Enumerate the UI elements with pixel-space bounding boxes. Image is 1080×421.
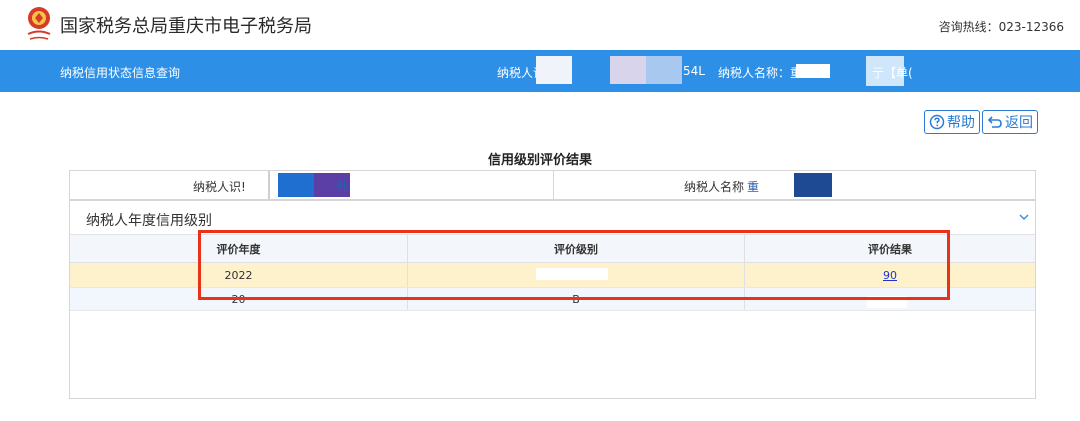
back-button[interactable]: 返回 bbox=[982, 110, 1038, 134]
redaction-mask bbox=[646, 56, 682, 84]
result-cell bbox=[745, 288, 1035, 310]
tax-emblem-logo bbox=[27, 7, 51, 40]
help-label: 帮助 bbox=[947, 115, 975, 131]
back-label: 返回 bbox=[1005, 115, 1033, 131]
taxpayer-name-label: 纳税人名称 bbox=[684, 180, 745, 194]
credit-level-panel: 纳税人年度信用级别 评价年度 评价级别 评价结果 2022 90 20 B bbox=[69, 200, 1036, 399]
year-cell: 2022 bbox=[70, 263, 408, 287]
table-row[interactable]: 20 B bbox=[70, 288, 1035, 311]
hotline-text: 咨询热线：023-12366 bbox=[938, 20, 1064, 34]
redaction-mask bbox=[610, 56, 646, 84]
chevron-down-icon[interactable] bbox=[1017, 210, 1031, 224]
question-circle-icon bbox=[929, 114, 945, 130]
section-title: 信用级别评价结果 bbox=[487, 153, 592, 168]
table-row[interactable]: 2022 90 bbox=[70, 263, 1035, 288]
column-header[interactable]: 评价结果 bbox=[745, 235, 1035, 262]
redaction-mask bbox=[796, 64, 830, 78]
level-cell bbox=[408, 263, 745, 287]
taxpayer-name-value: 重 bbox=[747, 180, 760, 194]
redaction-mask bbox=[268, 171, 270, 199]
panel-title: 纳税人年度信用级别 bbox=[86, 213, 212, 229]
panel-header[interactable]: 纳税人年度信用级别 bbox=[70, 201, 1035, 235]
taxpayer-info-row: 纳税人识! 4L 纳税人名称 重 bbox=[69, 170, 1036, 200]
taxpayer-name-value: 亍【单( bbox=[872, 66, 913, 80]
top-header: 国家税务总局重庆市电子税务局 咨询热线：023-12366 bbox=[0, 0, 1080, 50]
taxpayer-id-value: 54L bbox=[683, 64, 705, 78]
divider bbox=[553, 171, 554, 199]
taxpayer-info-bar: 纳税信用状态信息查询 纳税人识 54L 纳税人名称：重 亍【单( bbox=[0, 50, 1080, 92]
redaction-mask bbox=[794, 173, 832, 197]
year-cell: 20 bbox=[70, 288, 408, 310]
redaction-mask bbox=[536, 56, 572, 84]
level-cell: B bbox=[408, 288, 745, 310]
taxpayer-id-label: 纳税人识! bbox=[193, 180, 246, 194]
taxpayer-id-value: 4L bbox=[335, 178, 350, 192]
return-arrow-icon bbox=[987, 116, 1002, 128]
help-button[interactable]: 帮助 bbox=[924, 110, 980, 134]
site-title: 国家税务总局重庆市电子税务局 bbox=[60, 16, 312, 37]
redaction-mask bbox=[867, 296, 907, 308]
column-header[interactable]: 评价级别 bbox=[408, 235, 745, 262]
redaction-mask bbox=[278, 173, 314, 197]
result-cell: 90 bbox=[745, 263, 1035, 287]
column-header[interactable]: 评价年度 bbox=[70, 235, 408, 262]
table-header-row: 评价年度 评价级别 评价结果 bbox=[70, 235, 1035, 263]
result-link[interactable]: 90 bbox=[883, 269, 897, 282]
page-title: 纳税信用状态信息查询 bbox=[60, 66, 181, 80]
taxpayer-name-label: 纳税人名称：重 bbox=[718, 66, 803, 80]
redaction-mask bbox=[536, 268, 608, 280]
